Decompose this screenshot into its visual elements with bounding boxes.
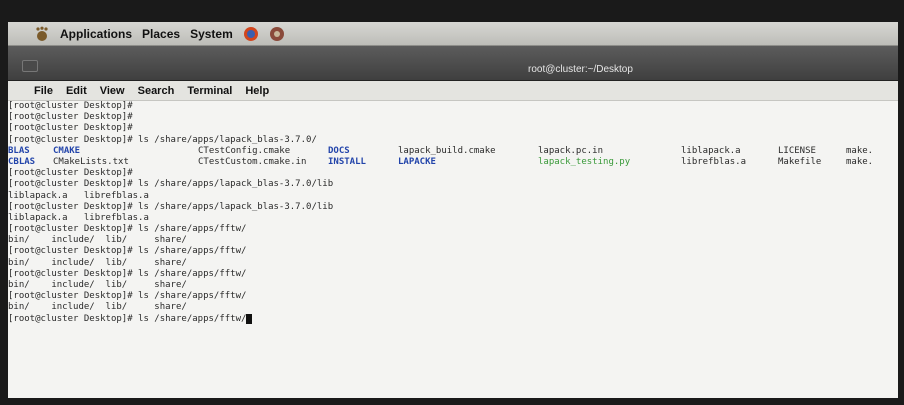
terminal-line: [root@cluster Desktop]# ls /share/apps/f… [8,291,898,302]
menu-help[interactable]: Help [245,85,269,97]
shell-prompt: [root@cluster Desktop]# [8,224,139,235]
shell-prompt: [root@cluster Desktop]# [8,313,139,324]
listing-entry: DOCS [328,145,350,156]
shell-prompt: [root@cluster Desktop]# [8,291,139,302]
terminal-line: liblapack.a librefblas.a [8,213,898,224]
listing-entry: lapack_build.cmake [398,145,496,156]
listing-entry: CTestCustom.cmake.in [198,156,307,167]
shell-command: ls /share/apps/fftw/ [138,291,247,302]
shell-command: ls /share/apps/fftw/ [138,268,247,279]
listing-entry: CMAKE [53,145,81,156]
shell-prompt: [root@cluster Desktop]# [8,101,139,111]
terminal-line: [root@cluster Desktop]# [8,123,898,134]
shell-command: ls /share/apps/fftw/ [138,224,247,235]
listing-entry: LICENSE [778,145,816,156]
shell-command: ls /share/apps/lapack_blas-3.7.0/lib [138,201,334,212]
menu-edit[interactable]: Edit [66,85,87,97]
command-output: bin/ include/ lib/ share/ [8,235,187,246]
shell-prompt: [root@cluster Desktop]# [8,268,139,279]
gnome-foot-icon[interactable] [34,26,50,42]
shell-command: ls /share/apps/lapack_blas-3.7.0/ [138,134,317,145]
terminal-line: [root@cluster Desktop]# [8,168,898,179]
terminal-output[interactable]: [root@cluster Desktop]# [root@cluster De… [8,101,898,398]
places-menu[interactable]: Places [142,27,180,41]
listing-entry: CTestConfig.cmake [198,145,291,156]
terminal-line: [root@cluster Desktop]# ls /share/apps/f… [8,246,898,257]
listing-entry: INSTALL [328,156,366,167]
shell-prompt: [root@cluster Desktop]# [8,134,139,145]
terminal-line: [root@cluster Desktop]# ls /share/apps/l… [8,179,898,190]
shell-prompt: [root@cluster Desktop]# [8,123,139,134]
terminal-history: [root@cluster Desktop]# [root@cluster De… [8,168,898,325]
terminal-line: liblapack.a librefblas.a [8,191,898,202]
command-output: liblapack.a librefblas.a [8,212,149,223]
listing-entry: make. [846,145,874,156]
listing-entry: CBLAS [8,156,36,167]
shell-prompt: [root@cluster Desktop]# [8,201,139,212]
menu-search[interactable]: Search [138,85,175,97]
desktop-screen: Applications Places System root@cluster:… [8,22,898,398]
menu-terminal[interactable]: Terminal [187,85,232,97]
listing-row: CBLAS CMakeLists.txt CTestCustom.cmake.i… [8,157,898,168]
shell-command: ls /share/apps/fftw/ [138,246,247,257]
listing-entry: Makefile [778,156,822,167]
terminal-menu-bar: File Edit View Search Terminal Help [8,81,898,101]
listing-entry: lapack.pc.in [538,145,604,156]
listing-entry: make. [846,156,874,167]
terminal-line: bin/ include/ lib/ share/ [8,302,898,313]
terminal-line: [root@cluster Desktop]# ls /share/apps/f… [8,224,898,235]
top-panel: Applications Places System [8,22,898,46]
terminal-line: [root@cluster Desktop]# [8,101,898,112]
listing-row: BLAS CMAKE CTestConfig.cmake DOCS lapack… [8,146,898,157]
terminal-line: [root@cluster Desktop]# [8,112,898,123]
shell-command: ls /share/apps/fftw/ [138,313,247,324]
terminal-line: [root@cluster Desktop]# ls /share/apps/f… [8,313,898,325]
window-title: root@cluster:~/Desktop [528,64,633,75]
shell-prompt: [root@cluster Desktop]# [8,168,139,179]
listing-entry: liblapack.a [681,145,741,156]
command-output: bin/ include/ lib/ share/ [8,280,187,290]
terminal-line: [root@cluster Desktop]# ls /share/apps/f… [8,269,898,280]
text-cursor [246,313,253,324]
command-output: bin/ include/ lib/ share/ [8,257,187,268]
terminal-line: [root@cluster Desktop]# ls /share/apps/l… [8,135,898,146]
listing-entry: CMakeLists.txt [53,156,129,167]
command-output: bin/ include/ lib/ share/ [8,302,187,313]
window-menu-button[interactable] [22,60,38,72]
settings-icon[interactable] [269,26,285,42]
listing-entry: BLAS [8,145,30,156]
terminal-line: bin/ include/ lib/ share/ [8,280,898,291]
system-menu[interactable]: System [190,27,233,41]
applications-menu[interactable]: Applications [60,27,132,41]
window-title-bar[interactable]: root@cluster:~/Desktop [8,46,898,81]
command-output: liblapack.a librefblas.a [8,190,149,201]
listing-entry: lapack_testing.py [538,156,631,167]
terminal-line: [root@cluster Desktop]# ls /share/apps/l… [8,202,898,213]
menu-view[interactable]: View [100,85,125,97]
shell-prompt: [root@cluster Desktop]# [8,112,139,123]
shell-command: ls /share/apps/lapack_blas-3.7.0/lib [138,179,334,190]
menu-file[interactable]: File [34,85,53,97]
terminal-line: bin/ include/ lib/ share/ [8,258,898,269]
listing-entry: librefblas.a [681,156,747,167]
terminal-line: bin/ include/ lib/ share/ [8,235,898,246]
listing-entry: LAPACKE [398,156,436,167]
firefox-icon[interactable] [243,26,259,42]
shell-prompt: [root@cluster Desktop]# [8,246,139,257]
shell-prompt: [root@cluster Desktop]# [8,179,139,190]
